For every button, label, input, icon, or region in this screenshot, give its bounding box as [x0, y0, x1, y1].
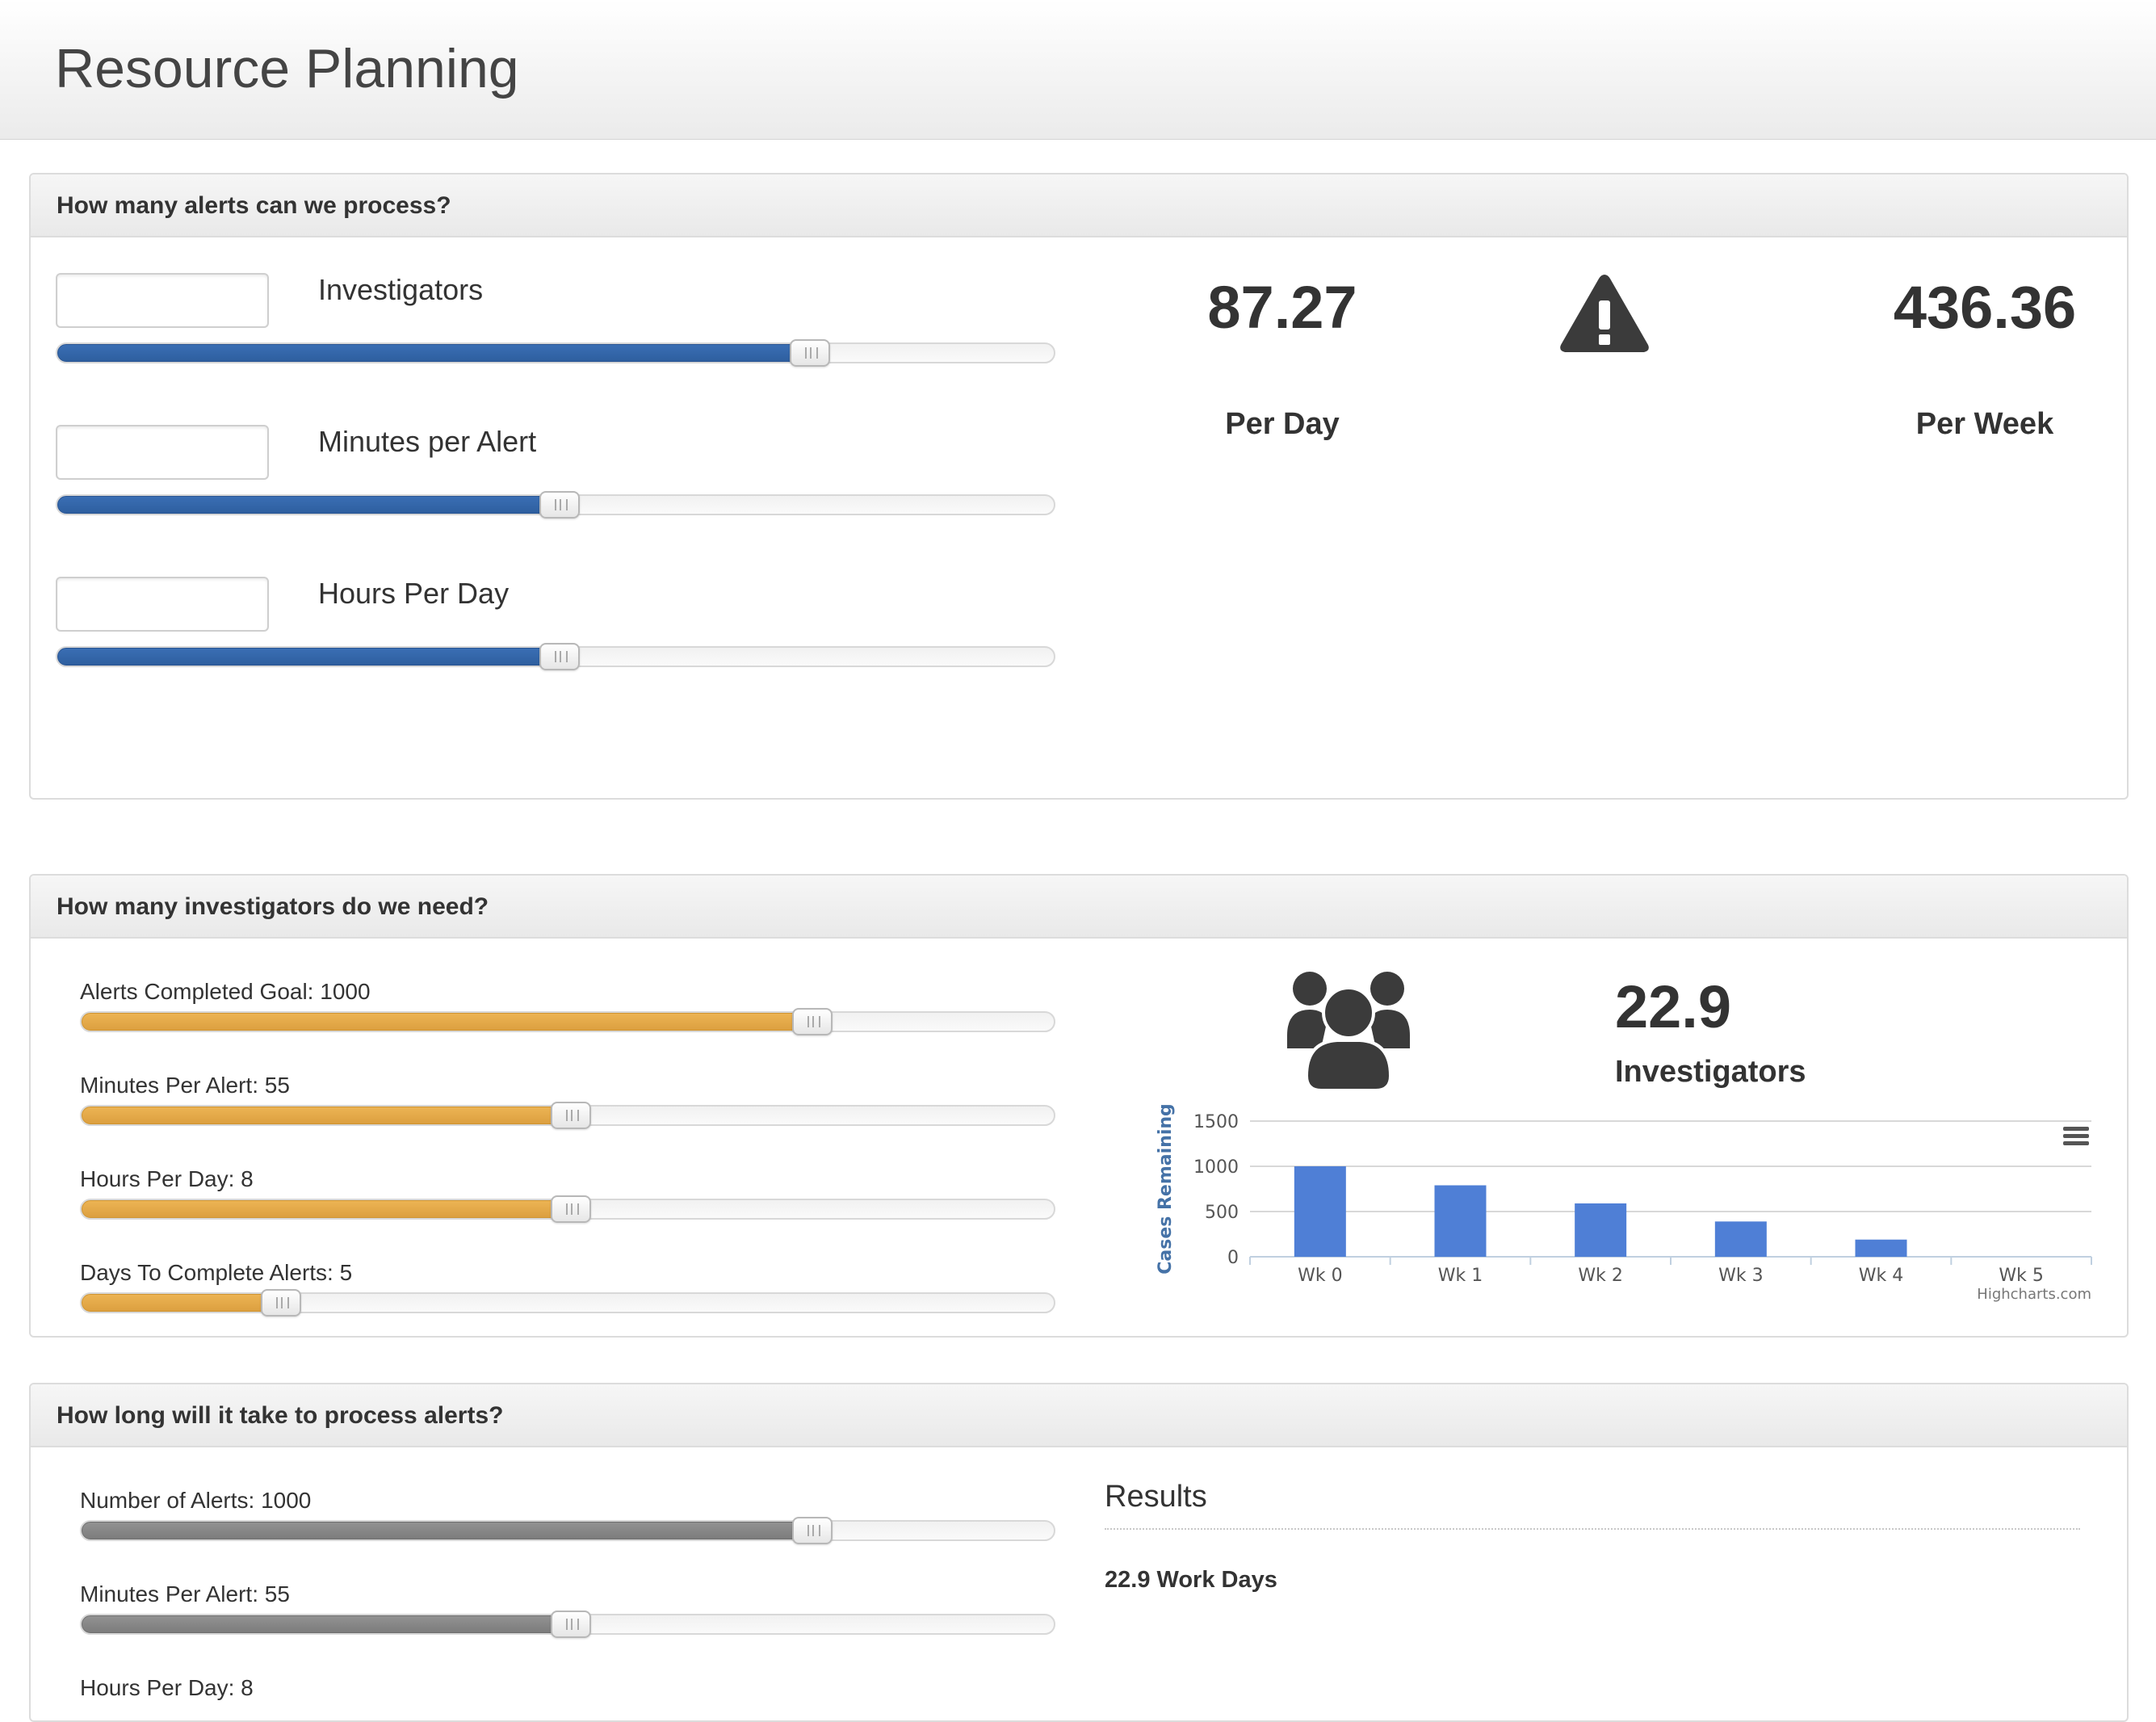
investigators-input[interactable]: [56, 273, 269, 328]
slider-handle[interactable]: [550, 1102, 591, 1129]
x-tick-label: Wk 5: [1999, 1266, 2043, 1286]
y-tick-label: 1000: [1193, 1157, 1239, 1178]
days-to-complete-label: Days To Complete Alerts: 5: [80, 1260, 353, 1285]
number-of-alerts-slider[interactable]: [80, 1517, 1055, 1544]
alerts-goal-slider[interactable]: [80, 1008, 1055, 1035]
per-week-value: 436.36: [1893, 274, 2077, 341]
hours-per-day-input[interactable]: [56, 577, 269, 632]
bar: [1294, 1166, 1346, 1257]
slider-fill: [82, 1200, 571, 1218]
cases-remaining-chart: 0 500 1000 1500 Cases Remaining Wk 0 Wk 1 Wk 2 W…: [1121, 1100, 2114, 1334]
investigators-label: Investigators: [318, 273, 484, 306]
alerts-capacity-panel: How many alerts can we process? Investig…: [29, 173, 2129, 800]
minutes-per-alert-slider[interactable]: [80, 1611, 1055, 1638]
chart-svg: 0 500 1000 1500 Cases Remaining Wk 0 Wk 1 Wk 2 W…: [1156, 1103, 2092, 1303]
hours-per-day-label: Hours Per Day: 8: [80, 1675, 254, 1700]
bar: [1434, 1185, 1487, 1257]
slider-fill: [82, 1615, 571, 1633]
minutes-per-alert-slider[interactable]: [56, 491, 1055, 519]
per-day-label: Per Day: [1225, 407, 1340, 441]
minutes-per-alert-label: Minutes Per Alert: 55: [80, 1581, 290, 1606]
days-to-complete-slider[interactable]: [80, 1289, 1055, 1317]
top-bar: Resource Planning: [0, 0, 2156, 140]
slider-handle[interactable]: [792, 1517, 833, 1544]
investigators-slider[interactable]: [56, 339, 1055, 367]
hamburger-menu-icon[interactable]: [2062, 1124, 2091, 1149]
minutes-per-alert-label: Minutes Per Alert: 55: [80, 1073, 290, 1098]
y-tick-label: 500: [1205, 1203, 1239, 1223]
group-users-icon: [1286, 971, 1411, 1092]
slider-handle[interactable]: [792, 1008, 833, 1035]
investigators-label: Investigators: [1615, 1055, 1806, 1089]
slider-fill: [82, 1294, 281, 1312]
number-of-alerts-label: Number of Alerts: 1000: [80, 1488, 312, 1513]
y-tick-label: 0: [1227, 1248, 1239, 1268]
hours-per-day-label: Hours Per Day: [318, 577, 510, 610]
slider-fill: [82, 1522, 813, 1539]
y-axis-title: Cases Remaining: [1156, 1103, 1176, 1275]
bar: [1714, 1221, 1767, 1257]
hours-per-day-slider[interactable]: [56, 643, 1055, 670]
x-tick-label: Wk 0: [1298, 1266, 1342, 1286]
slider-handle[interactable]: [550, 1195, 591, 1223]
slider-handle[interactable]: [789, 339, 830, 367]
bar: [1575, 1203, 1627, 1257]
panel-header: How many investigators do we need?: [31, 876, 2127, 939]
panel-header: How many alerts can we process?: [31, 174, 2127, 237]
slider-fill: [57, 648, 560, 666]
y-tick-label: 1500: [1193, 1112, 1239, 1132]
hours-per-day-label: Hours Per Day: 8: [80, 1166, 254, 1191]
results-value: 22.9 Work Days: [1105, 1567, 1277, 1593]
chart-credit: Highcharts.com: [1977, 1286, 2091, 1303]
processing-time-panel: How long will it take to process alerts?…: [29, 1383, 2129, 1722]
minutes-per-alert-label: Minutes per Alert: [318, 425, 537, 458]
slider-handle[interactable]: [539, 491, 580, 519]
slider-fill: [82, 1107, 571, 1124]
minutes-per-alert-input[interactable]: [56, 425, 269, 480]
slider-fill: [82, 1013, 813, 1031]
x-tick-label: Wk 4: [1859, 1266, 1903, 1286]
bar: [1855, 1239, 1907, 1257]
investigators-value: 22.9: [1615, 973, 1732, 1040]
panel-title: How many alerts can we process?: [57, 192, 451, 219]
hours-per-day-slider[interactable]: [80, 1195, 1055, 1223]
results-divider: [1105, 1528, 2080, 1530]
slider-handle[interactable]: [260, 1289, 301, 1317]
panel-title: How many investigators do we need?: [57, 893, 489, 920]
warning-triangle-icon: [1557, 270, 1652, 357]
slider-fill: [57, 344, 810, 362]
x-tick-label: Wk 1: [1438, 1266, 1483, 1286]
slider-handle[interactable]: [539, 643, 580, 670]
per-week-label: Per Week: [1915, 407, 2054, 441]
panel-title: How long will it take to process alerts?: [57, 1402, 504, 1429]
slider-handle[interactable]: [550, 1611, 591, 1638]
alerts-goal-label: Alerts Completed Goal: 1000: [80, 979, 371, 1004]
results-heading: Results: [1105, 1480, 1207, 1514]
per-day-value: 87.27: [1207, 274, 1357, 341]
x-tick-label: Wk 3: [1718, 1266, 1763, 1286]
panel-header: How long will it take to process alerts?: [31, 1384, 2127, 1447]
slider-fill: [57, 496, 560, 514]
x-tick-label: Wk 2: [1578, 1266, 1622, 1286]
page-title: Resource Planning: [55, 38, 519, 99]
minutes-per-alert-slider[interactable]: [80, 1102, 1055, 1129]
investigators-needed-panel: How many investigators do we need? Alert…: [29, 874, 2129, 1338]
